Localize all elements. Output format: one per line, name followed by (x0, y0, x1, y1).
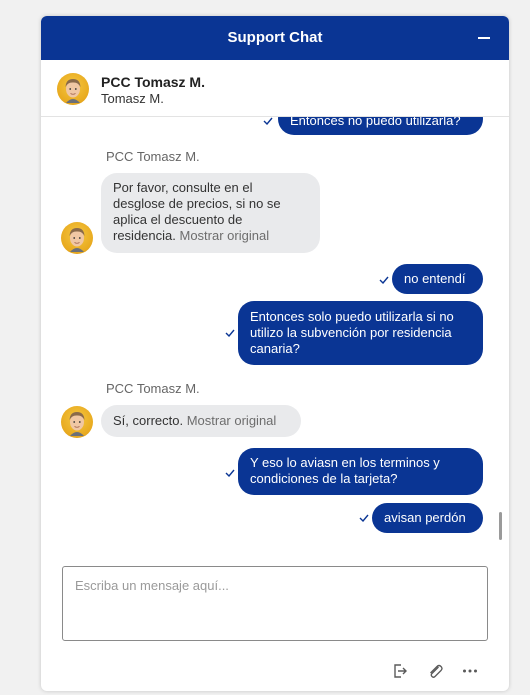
chat-header: Support Chat (41, 16, 509, 60)
agent-info-bar: PCC Tomasz M. Tomasz M. (41, 60, 509, 117)
read-check-icon (263, 117, 273, 125)
scrollbar[interactable] (499, 512, 502, 540)
user-message: avisan perdón (372, 503, 483, 533)
user-message: no entendí (392, 264, 483, 294)
agent-message-line: Por favor, consulte en el (113, 180, 253, 195)
agent-subtitle: Tomasz M. (101, 91, 164, 106)
message-input[interactable] (63, 567, 487, 640)
read-check-icon (379, 276, 389, 284)
show-original-link[interactable]: Mostrar original (187, 413, 277, 428)
user-message-line: canaria? (250, 341, 300, 356)
exit-icon[interactable] (391, 662, 409, 680)
user-message-text: avisan perdón (384, 510, 466, 525)
message-composer[interactable] (62, 566, 488, 641)
read-check-icon (225, 469, 235, 477)
agent-message: Por favor, consulte en el desglose de pr… (101, 173, 320, 253)
agent-avatar (61, 222, 93, 254)
user-message-line: Y eso lo aviasn en los terminos y (250, 455, 440, 470)
user-message: Entonces solo puedo utilizarla si no uti… (238, 301, 483, 365)
agent-avatar (57, 73, 89, 105)
user-message-line: utilizo la subvención por residencia (250, 325, 452, 340)
read-check-icon (225, 329, 235, 337)
user-message-partial: Entonces no puedo utilizarla? (278, 116, 483, 135)
chat-window: Support Chat PCC Tomasz M. Tomasz M. Ent… (41, 16, 509, 691)
chat-title: Support Chat (227, 29, 323, 46)
user-message-partial-text: Entonces no puedo utilizarla? (290, 116, 461, 128)
agent-message: Sí, correcto. Mostrar original (101, 405, 301, 437)
message-sender: PCC Tomasz M. (106, 149, 200, 164)
show-original-link[interactable]: Mostrar original (180, 228, 270, 243)
agent-message-line: desglose de precios, si no se (113, 196, 281, 211)
more-icon[interactable] (461, 662, 479, 680)
message-sender: PCC Tomasz M. (106, 381, 200, 396)
agent-name: PCC Tomasz M. (101, 74, 205, 90)
message-list[interactable]: Entonces no puedo utilizarla? PCC Tomasz… (41, 116, 509, 556)
minimize-button[interactable] (477, 31, 491, 45)
user-message-line: Entonces solo puedo utilizarla si no (250, 309, 454, 324)
agent-avatar (61, 406, 93, 438)
agent-message-text: Sí, correcto. (113, 413, 184, 428)
user-message-text: no entendí (404, 271, 466, 286)
user-message-line: condiciones de la tarjeta? (250, 471, 398, 486)
paperclip-icon[interactable] (426, 662, 444, 680)
read-check-icon (359, 514, 369, 522)
user-message: Y eso lo aviasn en los terminos y condic… (238, 448, 483, 495)
agent-message-line: aplica el descuento de (113, 212, 243, 227)
agent-message-line: residencia. (113, 228, 176, 243)
